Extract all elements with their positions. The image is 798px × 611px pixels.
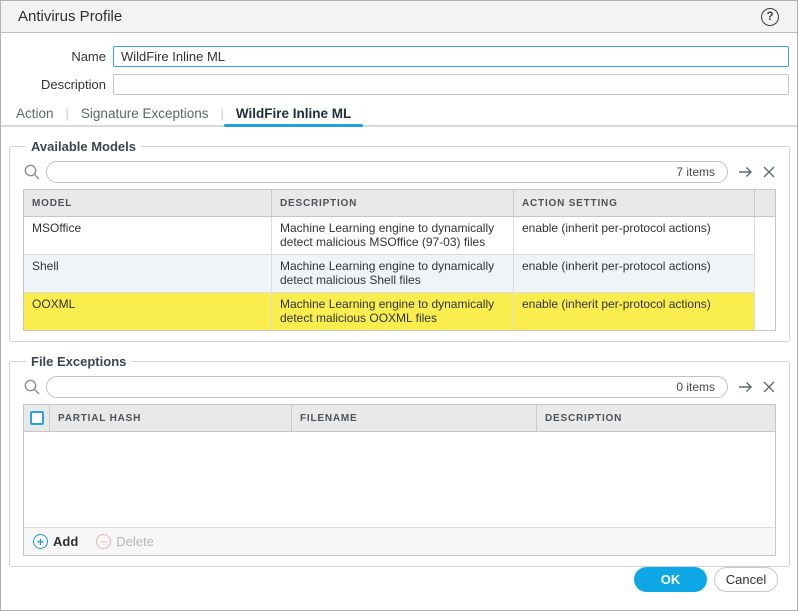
profile-tabs: Action | Signature Exceptions | WildFire… [1,102,797,127]
exceptions-header-row: PARTIAL HASH FILENAME DESCRIPTION [24,405,775,432]
add-button[interactable]: + Add [33,534,78,549]
scrollbar-gutter [755,293,775,330]
action-setting-cell: enable (inherit per-protocol actions) [514,255,755,293]
exceptions-search-input[interactable]: 0 items [46,376,728,398]
search-icon [23,378,41,396]
apply-filter-arrow-icon[interactable] [737,164,753,180]
scrollbar-gutter [755,217,775,255]
exceptions-table-footer: + Add − Delete [24,527,775,555]
description-cell: Machine Learning engine to dynamically d… [272,217,514,255]
file-exceptions-section: File Exceptions 0 items PARTIAL HASH FIL… [9,354,790,567]
description-field[interactable] [113,74,789,95]
tab-action[interactable]: Action [16,102,66,125]
col-description[interactable]: DESCRIPTION [537,405,775,432]
cancel-button[interactable]: Cancel [714,567,778,592]
action-setting-cell: enable (inherit per-protocol actions) [514,293,755,330]
add-label: Add [53,534,78,549]
profile-form: Name Description [1,46,797,95]
plus-icon: + [33,534,48,549]
description-cell: Machine Learning engine to dynamically d… [272,293,514,330]
file-exceptions-table: PARTIAL HASH FILENAME DESCRIPTION + Add … [23,404,776,556]
exceptions-empty-body [24,432,775,527]
models-items-count: 7 items [676,165,715,179]
tab-signature-exceptions[interactable]: Signature Exceptions [69,102,221,125]
description-label: Description [1,77,113,92]
dialog-title: Antivirus Profile [18,8,122,25]
help-icon[interactable]: ? [761,8,779,26]
antivirus-profile-dialog: { "dialog": { "title": "Antivirus Profil… [0,0,798,611]
tab-wildfire-inline-ml[interactable]: WildFire Inline ML [224,102,363,125]
delete-label: Delete [116,534,154,549]
minus-icon: − [96,534,111,549]
model-cell: MSOffice [24,217,272,255]
col-description[interactable]: DESCRIPTION [272,190,514,217]
delete-button[interactable]: − Delete [96,534,154,549]
col-filename[interactable]: FILENAME [292,405,537,432]
models-header-row: MODEL DESCRIPTION ACTION SETTING [24,190,775,217]
model-cell: OOXML [24,293,272,330]
dialog-titlebar: Antivirus Profile ? [1,1,797,33]
description-cell: Machine Learning engine to dynamically d… [272,255,514,293]
scrollbar-gutter [755,255,775,293]
name-field[interactable] [113,46,789,67]
available-models-table: MODEL DESCRIPTION ACTION SETTING MSOffic… [23,189,776,331]
col-action-setting[interactable]: ACTION SETTING [514,190,755,217]
select-all-cell [24,405,50,432]
apply-filter-arrow-icon[interactable] [737,379,753,395]
exceptions-items-count: 0 items [676,380,715,394]
available-models-legend: Available Models [26,139,141,154]
search-icon [23,163,41,181]
file-exceptions-legend: File Exceptions [26,354,131,369]
name-label: Name [1,49,113,64]
ok-button[interactable]: OK [634,567,707,592]
dialog-footer: OK Cancel [634,567,778,592]
col-model[interactable]: MODEL [24,190,272,217]
select-all-checkbox[interactable] [30,411,44,425]
action-setting-cell: enable (inherit per-protocol actions) [514,217,755,255]
models-search-input[interactable]: 7 items [46,161,728,183]
available-models-section: Available Models 7 items MODEL DESCRIPTI… [9,139,790,342]
table-row-msoffice[interactable]: MSOffice Machine Learning engine to dyna… [24,217,775,255]
table-row-ooxml-selected[interactable]: OOXML Machine Learning engine to dynamic… [24,293,775,330]
clear-filter-icon[interactable] [762,165,776,179]
col-partial-hash[interactable]: PARTIAL HASH [50,405,292,432]
clear-filter-icon[interactable] [762,380,776,394]
header-gutter [755,190,775,217]
model-cell: Shell [24,255,272,293]
table-row-shell[interactable]: Shell Machine Learning engine to dynamic… [24,255,775,293]
